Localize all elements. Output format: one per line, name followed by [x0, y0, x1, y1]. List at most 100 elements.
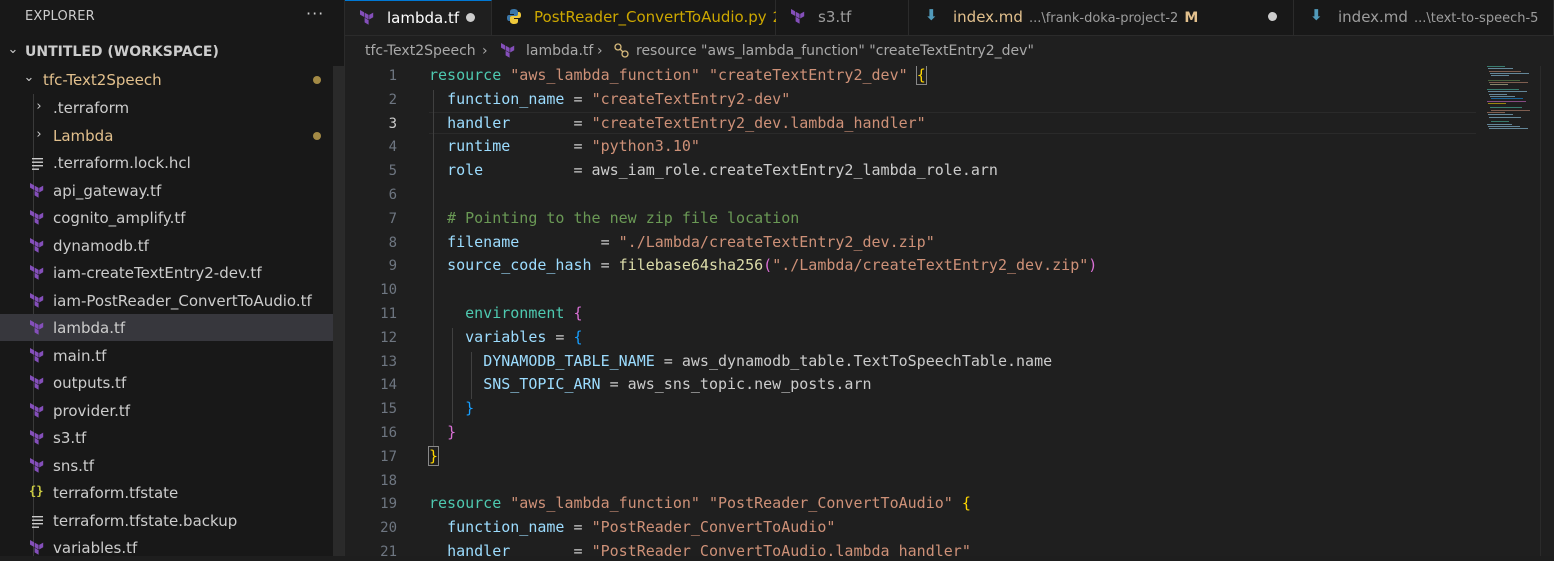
minimap-line: [1490, 107, 1522, 109]
code-line: variables = {: [465, 327, 583, 346]
tree-item[interactable]: dynamodb.tf: [0, 232, 344, 259]
terraform-file-icon: [29, 374, 45, 391]
code-line: source_code_hash = filebase64sha256("./L…: [447, 256, 1098, 275]
minimap-line: [1487, 112, 1505, 113]
tree-item[interactable]: variables.tf: [0, 534, 344, 561]
minimap-line: [1491, 98, 1523, 100]
tree-item[interactable]: main.tf: [0, 342, 344, 369]
code-line: resource "aws_lambda_function" "createTe…: [429, 66, 927, 85]
breadcrumb-folder[interactable]: tfc-Text2Speech: [365, 43, 476, 59]
code-line: runtime = "python3.10": [447, 137, 700, 156]
editor-tab[interactable]: ⬇ index.md ...\text-to-speech-5: [1294, 0, 1554, 35]
line-number: 9: [388, 258, 397, 275]
code-line: SNS_TOPIC_ARN = aws_sns_topic.new_posts.…: [483, 375, 872, 394]
workspace-title: UNTITLED (WORKSPACE): [25, 44, 219, 60]
code-line: function_name = "PostReader_ConvertToAud…: [447, 518, 836, 537]
tab-label: index.md: [1338, 8, 1408, 26]
tree-item[interactable]: lambda.tf: [0, 314, 344, 341]
line-number: 12: [380, 329, 397, 346]
unsaved-dot-icon[interactable]: [1268, 12, 1277, 21]
code-line: handler = "PostReader_ConvertToAudio.lam…: [447, 542, 971, 556]
tree-item-label: main.tf: [53, 346, 107, 365]
json-file-icon: {}: [29, 484, 44, 498]
tab-label-group: s3.tf: [818, 8, 851, 26]
tree-folder-root[interactable]: ⌄ tfc-Text2Speech: [0, 66, 344, 93]
editor-tab[interactable]: ⬇ index.md ...\frank-doka-project-2 M: [909, 0, 1294, 35]
markdown-file-icon: ⬇: [1310, 6, 1323, 24]
tree-item[interactable]: › Lambda: [0, 122, 344, 149]
minimap[interactable]: [1485, 66, 1540, 136]
terraform-file-icon: [790, 8, 806, 29]
markdown-file-icon: ⬇: [925, 6, 938, 24]
line-number: 5: [388, 163, 397, 180]
tree-item[interactable]: iam-createTextEntry2-dev.tf: [0, 259, 344, 286]
code-line: function_name = "createTextEntry2-dev": [447, 89, 791, 108]
tree-item-label: iam-PostReader_ConvertToAudio.tf: [53, 291, 312, 310]
tree-item[interactable]: provider.tf: [0, 397, 344, 424]
tab-label: s3.tf: [818, 8, 852, 26]
tab-label: PostReader_ConvertToAudio.py: [534, 8, 767, 26]
explorer-header: EXPLORER ···: [0, 0, 344, 34]
tree-item[interactable]: iam-PostReader_ConvertToAudio.tf: [0, 287, 344, 314]
editor-tab[interactable]: s3.tf: [776, 0, 909, 35]
terraform-file-icon: [29, 402, 45, 419]
line-number: 17: [380, 448, 397, 465]
terraform-file-icon: [29, 209, 45, 226]
editor-tab[interactable]: PostReader_ConvertToAudio.py2: [492, 0, 782, 35]
terraform-file-icon: [29, 264, 45, 281]
editor-scrollbar[interactable]: [1540, 66, 1554, 556]
explorer-sidebar: EXPLORER ··· ⌄ UNTITLED (WORKSPACE) ⌄ tf…: [0, 0, 344, 557]
breadcrumb-file[interactable]: lambda.tf: [526, 43, 593, 59]
symbol-object-icon: [613, 42, 631, 63]
tree-item-label: .terraform.lock.hcl: [53, 154, 191, 172]
code-line: filename = "./Lambda/createTextEntry2_de…: [447, 232, 935, 251]
tree-item-label: lambda.tf: [53, 319, 126, 337]
terraform-file-icon: [29, 182, 45, 199]
sidebar-scrollbar[interactable]: [333, 66, 344, 556]
tab-badge: M: [1184, 10, 1199, 26]
minimap-line: [1488, 125, 1520, 127]
line-number: 18: [380, 472, 397, 489]
tree-item[interactable]: outputs.tf: [0, 369, 344, 396]
line-number: 7: [388, 210, 397, 227]
tree-item[interactable]: s3.tf: [0, 424, 344, 451]
minimap-line: [1487, 66, 1505, 67]
tree-item-label: variables.tf: [53, 539, 138, 557]
tab-label-group: index.md ...\text-to-speech-5: [1338, 8, 1538, 26]
tree-item-label: .terraform: [53, 99, 130, 117]
minimap-line: [1487, 100, 1526, 102]
tree-item-label: terraform.tfstate: [53, 484, 179, 502]
editor-tab[interactable]: lambda.tf: [345, 0, 492, 35]
folder-name: tfc-Text2Speech: [43, 71, 162, 89]
tab-label: lambda.tf: [387, 9, 460, 27]
code-editor[interactable]: 1 2 3 4 5 6 7 8 9 10 11 12 13 14 15 16 17 18 19 20 21 resour…: [345, 66, 1554, 556]
chevron-right-icon: ›: [482, 43, 488, 59]
unsaved-dot-icon[interactable]: [466, 13, 475, 22]
line-number: 4: [388, 139, 397, 156]
tree-item-label: cognito_amplify.tf: [53, 209, 186, 227]
breadcrumb: tfc-Text2Speech › lambda.tf › resource "…: [345, 36, 1554, 66]
minimap-line: [1489, 116, 1521, 118]
tree-item[interactable]: api_gateway.tf: [0, 177, 344, 204]
more-actions-icon[interactable]: ···: [306, 4, 324, 23]
tab-label-group: index.md ...\frank-doka-project-2 M: [953, 8, 1198, 26]
code-line: handler = "createTextEntry2_dev.lambda_h…: [447, 113, 926, 132]
chevron-right-icon: ›: [36, 99, 42, 114]
minimap-line: [1488, 102, 1506, 104]
minimap-line: [1488, 79, 1520, 81]
workspace-header[interactable]: ⌄ UNTITLED (WORKSPACE): [0, 38, 344, 65]
terraform-file-icon: [29, 319, 45, 336]
tree-item[interactable]: cognito_amplify.tf: [0, 204, 344, 231]
tree-item-label: api_gateway.tf: [53, 181, 162, 200]
tree-item-label: provider.tf: [53, 401, 131, 420]
tree-item[interactable]: › .terraform: [0, 94, 344, 121]
tree-item[interactable]: sns.tf: [0, 452, 344, 479]
breadcrumb-symbol[interactable]: resource "aws_lambda_function" "createTe…: [636, 43, 1034, 59]
tree-item-label: terraform.tfstate.backup: [53, 511, 238, 530]
minimap-line: [1487, 89, 1519, 90]
tree-item[interactable]: terraform.tfstate.backup: [0, 507, 344, 534]
tree-item[interactable]: {} terraform.tfstate: [0, 479, 344, 506]
line-number: 13: [380, 353, 397, 370]
tree-item[interactable]: .terraform.lock.hcl: [0, 149, 344, 176]
text-file-icon: [30, 512, 46, 529]
